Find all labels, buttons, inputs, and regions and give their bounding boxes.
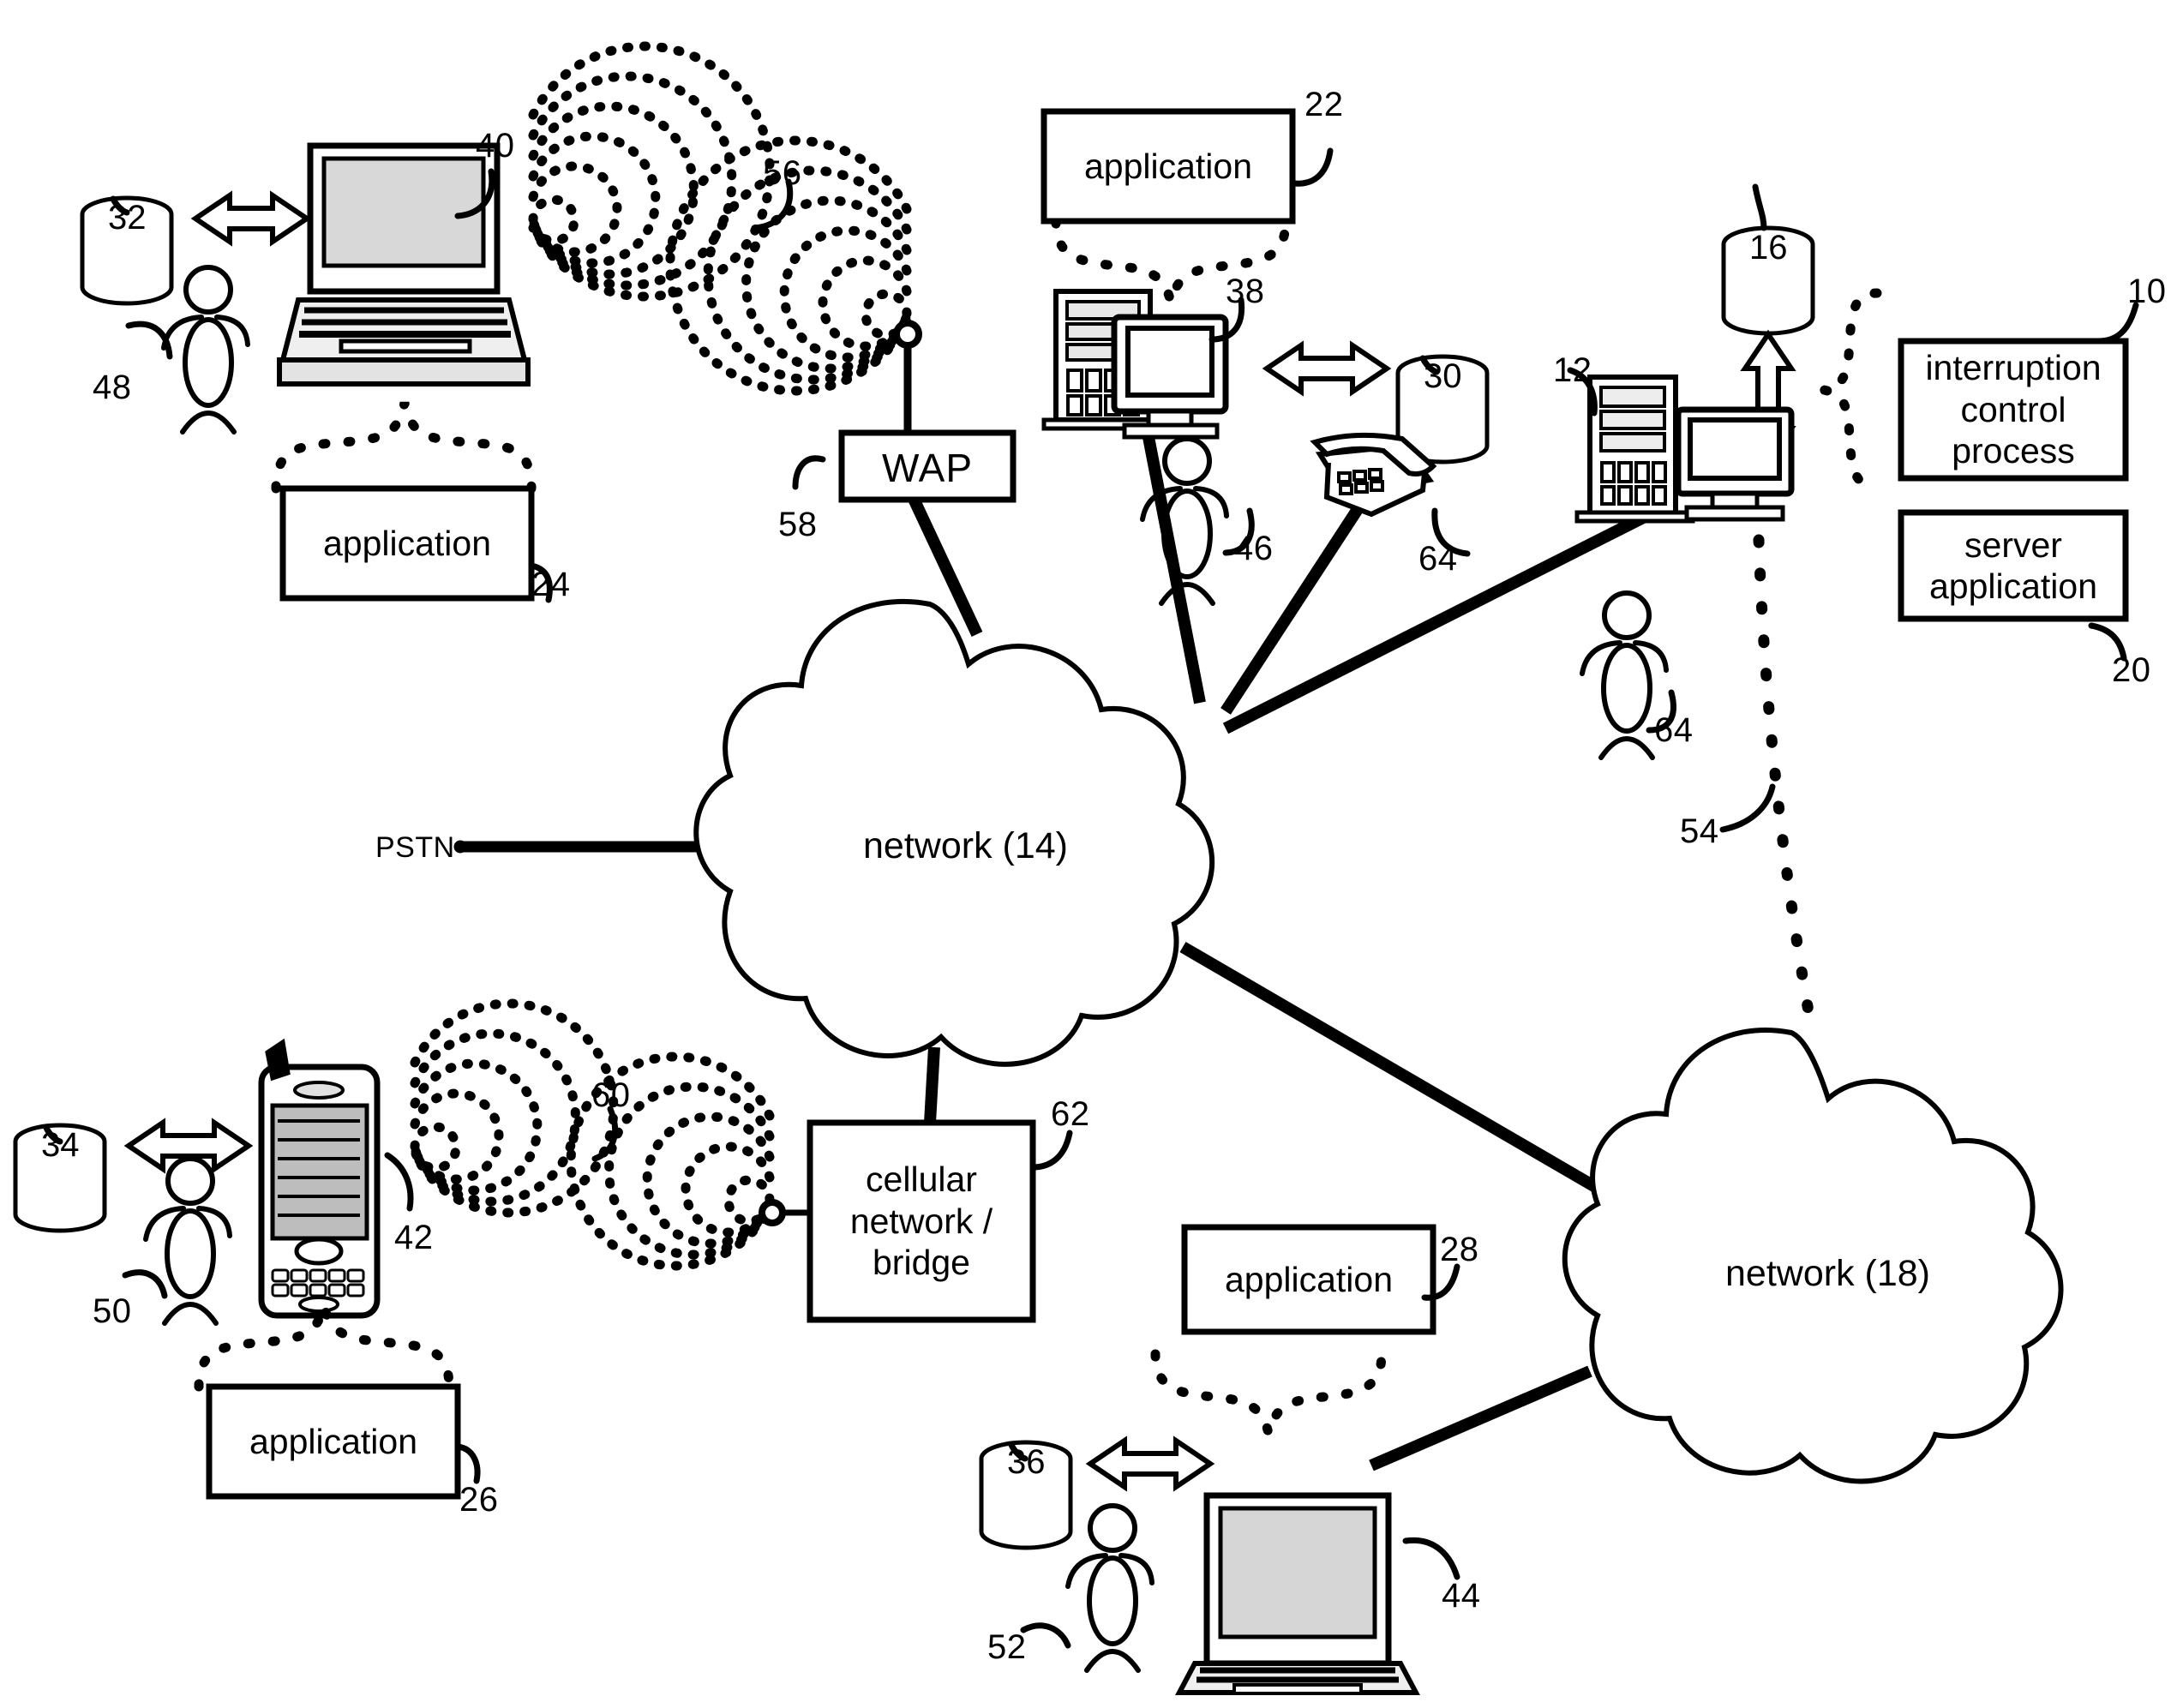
leader-44 [1402, 1537, 1460, 1580]
leader-40 [454, 168, 495, 219]
database-30-label: 30 [1424, 357, 1462, 395]
antenna-node-wap [893, 320, 922, 349]
leader-60 [591, 1106, 619, 1162]
link-server12-network18-dotted [1753, 534, 1814, 1017]
leader-48 [125, 321, 173, 360]
ref-number-60: 60 [591, 1076, 631, 1114]
cell-line-3: bridge [873, 1243, 970, 1283]
server-app-line-1: server [1964, 524, 2062, 565]
arrow-db16-server12 [1740, 329, 1796, 468]
leader-16 [1752, 183, 1767, 231]
ref-number-64-phone: 64 [1418, 540, 1458, 578]
leader-42 [384, 1152, 414, 1212]
box-wap-label: WAP [881, 446, 974, 490]
ref-number-44: 44 [1442, 1577, 1481, 1615]
user-48 [164, 267, 248, 432]
ref-number-40: 40 [476, 127, 515, 165]
brace-phone42-app26 [194, 1287, 454, 1392]
leader-26 [454, 1443, 481, 1484]
ref-number-38: 38 [1226, 273, 1265, 310]
cloud-network18-label: network (18) [1725, 1253, 1930, 1294]
icp-line-1: interruption [1925, 348, 2102, 388]
box-application-26-label: application [249, 1421, 418, 1461]
brace-app28-laptop44 [1150, 1349, 1387, 1452]
device-phone42 [258, 1038, 381, 1319]
device-desktop38 [1041, 289, 1229, 440]
ref-number-58: 58 [778, 506, 818, 543]
box-application-22-label: application [1083, 146, 1253, 186]
arrow-desktop38-db30 [1262, 340, 1392, 397]
box-cellular-label: cellular network / bridge [810, 1123, 1033, 1320]
leader-62 [1029, 1130, 1073, 1171]
icp-line-2: control [1960, 389, 2066, 429]
arrow-db36-laptop44 [1085, 1435, 1215, 1492]
figure-canvas: 32 30 16 34 36 application application a… [0, 0, 2177, 1708]
box-application-28-label: application [1224, 1259, 1394, 1299]
cell-line-1: cellular [866, 1160, 977, 1200]
leader-54 [1719, 783, 1776, 833]
leader-22 [1291, 147, 1334, 187]
database-36-label: 36 [1007, 1443, 1046, 1481]
ref-number-48: 48 [93, 369, 132, 406]
box-icp-label: interruption control process [1901, 341, 2126, 478]
link-desktop38-network14 [1142, 435, 1206, 704]
brace-group-10-20 [1822, 288, 1882, 492]
antenna-node-cell [759, 1199, 786, 1226]
ref-number-54: 54 [1680, 812, 1719, 850]
wireless-arcs-laptop40 [528, 41, 775, 302]
network-link-lines [453, 435, 1653, 1471]
ref-number-56: 56 [763, 154, 802, 192]
box-application-24-label: application [322, 523, 492, 563]
link-network14-cell62 [924, 1046, 940, 1124]
device-laptop44 [1175, 1492, 1420, 1695]
brace-laptop40-app24 [271, 401, 537, 494]
link-network14-network18 [1179, 941, 1606, 1197]
link-wap-network14 [907, 494, 983, 637]
ref-number-50: 50 [93, 1292, 132, 1330]
leader-52 [1020, 1622, 1071, 1649]
wireless-arcs-phone42 [410, 998, 619, 1218]
ref-number-12: 12 [1553, 351, 1592, 389]
database-16-label: 16 [1749, 229, 1788, 267]
pstn-label: PSTN [375, 831, 455, 864]
link-network18-laptop44 [1369, 1365, 1592, 1471]
ref-number-46: 46 [1234, 530, 1274, 567]
ref-number-20: 20 [2112, 651, 2151, 689]
user-46 [1142, 439, 1226, 603]
box-server-application-label: server application [1901, 512, 2126, 619]
arrow-db34-phone42 [123, 1118, 254, 1174]
arrow-db32-laptop40 [190, 190, 312, 247]
ref-number-28: 28 [1440, 1231, 1479, 1268]
cell-line-2: network / [849, 1201, 993, 1241]
ref-number-42: 42 [394, 1219, 434, 1256]
icp-line-3: process [1952, 431, 2075, 471]
ref-number-26: 26 [459, 1481, 499, 1519]
ref-number-10: 10 [2127, 273, 2167, 310]
cloud-network14-label: network (14) [863, 825, 1068, 866]
user-52 [1068, 1506, 1152, 1670]
ref-number-62: 62 [1051, 1095, 1090, 1133]
ref-number-64-user: 64 [1654, 711, 1694, 749]
server-app-line-2: application [1928, 566, 2098, 606]
ref-number-52: 52 [987, 1628, 1027, 1666]
device-laptop40 [277, 142, 531, 387]
database-34-label: 34 [41, 1126, 80, 1164]
device-telephone64 [1310, 432, 1437, 518]
user-50 [146, 1159, 230, 1323]
ref-number-22: 22 [1304, 86, 1344, 123]
ref-number-24: 24 [531, 566, 571, 603]
device-server12 [1574, 375, 1795, 524]
leader-58 [792, 455, 826, 490]
database-32-label: 32 [108, 199, 147, 237]
